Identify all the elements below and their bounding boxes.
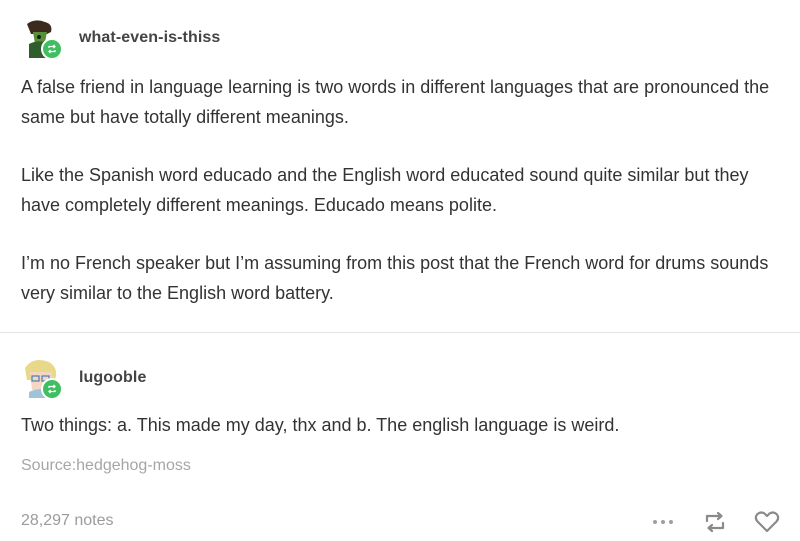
reblog-icon[interactable]: [700, 507, 730, 537]
reblog-badge-icon: [41, 378, 63, 400]
tumblr-post: what-even-is-thiss A false friend in lan…: [0, 0, 800, 541]
reblog-paragraph: Two things: a. This made my day, thx and…: [21, 415, 620, 435]
post-footer: 28,297 notes: [0, 500, 800, 541]
avatar[interactable]: [21, 18, 63, 60]
reblog-header: lugooble: [21, 358, 421, 400]
reblog-paragraph: I’m no French speaker but I’m assuming f…: [21, 253, 769, 303]
reblog-paragraph: Like the Spanish word educado and the En…: [21, 165, 749, 215]
reblog-badge-icon: [41, 38, 63, 60]
source-link[interactable]: Source:hedgehog-moss: [21, 457, 191, 475]
reblog-paragraph: A false friend in language learning is t…: [21, 77, 770, 127]
username[interactable]: what-even-is-thiss: [79, 29, 220, 47]
post-actions: [648, 506, 782, 538]
reblog-header: what-even-is-thiss: [21, 18, 421, 60]
avatar[interactable]: [21, 358, 63, 400]
notes-count[interactable]: 28,297 notes: [21, 512, 114, 530]
more-icon[interactable]: [648, 507, 678, 537]
reblog-divider: [0, 332, 800, 333]
username[interactable]: lugooble: [79, 369, 146, 387]
heart-icon[interactable]: [752, 507, 782, 537]
